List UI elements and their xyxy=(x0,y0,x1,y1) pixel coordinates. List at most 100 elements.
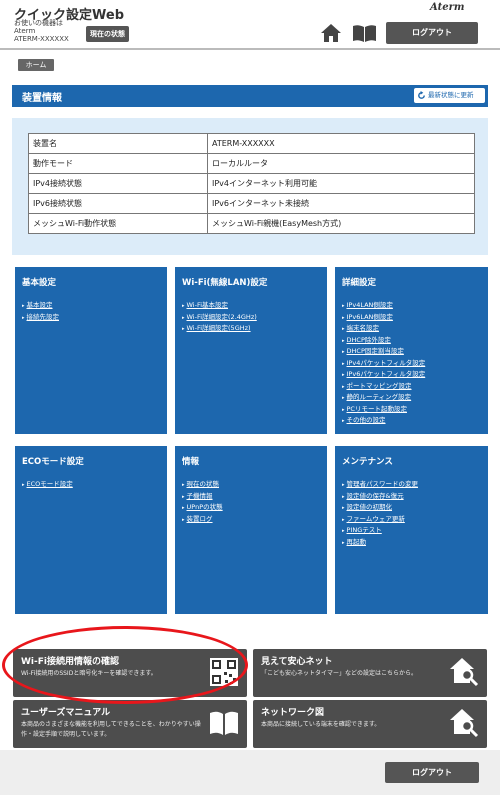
tile-link[interactable]: Wi-Fi基本設定 xyxy=(187,301,229,309)
tile-link[interactable]: ファームウェア更新 xyxy=(347,515,405,523)
home-search-icon xyxy=(448,656,480,688)
tile-link-item[interactable]: IPv4パケットフィルタ設定 xyxy=(342,358,426,370)
tile-link[interactable]: ポートマッピング設定 xyxy=(347,382,412,390)
breadcrumb-home[interactable]: ホーム xyxy=(18,59,54,71)
device-info-box: 装置名 ATERM-XXXXXX 動作モード ローカルルータ IPv4接続状態 IPv4イ… xyxy=(12,118,488,255)
tile-link-item[interactable]: Wi-Fi詳細設定(2.4GHz) xyxy=(182,312,257,324)
tile-link[interactable]: 管理者パスワードの変更 xyxy=(347,480,419,488)
tile-link[interactable]: その他の設定 xyxy=(347,416,386,424)
tile-link[interactable]: IPv6LAN側設定 xyxy=(347,313,393,321)
tile-link-list: 基本設定接続先設定 xyxy=(22,300,60,324)
tile-link[interactable]: 設定値の保存&復元 xyxy=(347,492,404,500)
tile-link-item[interactable]: 設定値の保存&復元 xyxy=(342,491,418,503)
tile-link-item[interactable]: DHCP固定割当設定 xyxy=(342,346,425,358)
tile-link[interactable]: 端末名設定 xyxy=(347,324,380,332)
tile-link-list: ECOモード設定 xyxy=(22,479,73,491)
tile-link[interactable]: DHCP除外設定 xyxy=(347,336,391,344)
info-key: IPv6接続状態 xyxy=(28,193,208,214)
info-key: 装置名 xyxy=(28,133,208,154)
tile-link-item[interactable]: 端末名設定 xyxy=(342,323,425,335)
tile-link[interactable]: PCリモート起動設定 xyxy=(347,405,407,413)
tile-link-item[interactable]: ポートマッピング設定 xyxy=(342,381,425,393)
tile-title: 情報 xyxy=(182,457,200,467)
device-name: Aterm xyxy=(14,27,36,35)
tile-link-item[interactable]: 静的ルーティング設定 xyxy=(342,392,425,404)
tile-link-item[interactable]: 管理者パスワードの変更 xyxy=(342,479,419,491)
tile-title: 詳細設定 xyxy=(342,278,377,288)
tile-link-item[interactable]: ファームウェア更新 xyxy=(342,514,418,526)
tile-link-item[interactable]: 現在の状態 xyxy=(182,479,223,491)
tile-link-list: IPv4LAN側設定 IPv6LAN側設定端末名設定 DHCP除外設定 DHCP固定割… xyxy=(342,300,426,427)
tile-link-item[interactable]: 接続先設定 xyxy=(22,312,60,324)
refresh-button[interactable]: 最新状態に更新 xyxy=(414,88,485,103)
tile-link-item[interactable]: 設定値の初期化 xyxy=(342,502,418,514)
info-row: メッシュWi-Fi動作状態 メッシュWi-Fi親機(EasyMesh方式) xyxy=(28,213,475,234)
tile-link-item[interactable]: ECOモード設定 xyxy=(22,479,73,491)
mieru-anshin-card[interactable]: 見えて安心ネット 「こども安心ネットタイマー」などの設定はこちらから。 xyxy=(253,649,487,697)
tile-link[interactable]: Wi-Fi詳細設定(2.4GHz) xyxy=(187,313,257,321)
user-manual-card[interactable]: ユーザーズマニュアル 本商品のさまざまな機能を利用してできることを、わかりやすい操… xyxy=(13,700,247,748)
device-info-header: 装置情報 最新状態に更新 xyxy=(12,85,488,107)
tile-title: Wi-Fi(無線LAN)設定 xyxy=(182,278,268,288)
info-tile: 情報現在の状態子機情報 UPnPの状態装置ログ xyxy=(175,446,327,614)
tile-link[interactable]: 静的ルーティング設定 xyxy=(347,393,412,401)
tile-link-item[interactable]: Wi-Fi基本設定 xyxy=(182,300,257,312)
tile-link-item[interactable]: 基本設定 xyxy=(22,300,59,312)
tile-link-item[interactable]: その他の設定 xyxy=(342,415,425,427)
info-value: メッシュWi-Fi親機(EasyMesh方式) xyxy=(207,213,475,234)
tile-link[interactable]: 現在の状態 xyxy=(187,480,220,488)
book-icon[interactable] xyxy=(352,24,377,43)
logout-button[interactable]: ログアウト xyxy=(386,22,478,44)
tile-link[interactable]: ECOモード設定 xyxy=(27,480,73,488)
tile-link[interactable]: PINGテスト xyxy=(347,526,382,534)
card-description: 「こども安心ネットタイマー」などの設定はこちらから。 xyxy=(261,670,418,677)
tile-link[interactable]: 接続先設定 xyxy=(27,313,60,321)
highlight-circle xyxy=(2,626,248,704)
tile-link-item[interactable]: IPv4LAN側設定 xyxy=(342,300,425,312)
current-status-button[interactable]: 現在の状態 xyxy=(86,26,129,42)
tile-link-list: 管理者パスワードの変更設定値の保存&復元設定値の初期化ファームウェア更新 PING… xyxy=(342,479,419,549)
info-row: 動作モード ローカルルータ xyxy=(28,153,475,174)
card-description: 本商品に接続している端末を確認できます。 xyxy=(261,721,381,728)
refresh-icon xyxy=(418,91,425,99)
tile-link-item[interactable]: IPv6パケットフィルタ設定 xyxy=(342,369,426,381)
eco-mode-tile: ECOモード設定 ECOモード設定 xyxy=(15,446,167,614)
tile-link[interactable]: UPnPの状態 xyxy=(187,503,223,511)
tile-link-item[interactable]: 装置ログ xyxy=(182,514,223,526)
info-value: ローカルルータ xyxy=(207,153,475,174)
tile-link[interactable]: IPv4パケットフィルタ設定 xyxy=(347,359,426,367)
tile-link-item[interactable]: UPnPの状態 xyxy=(182,502,223,514)
tile-link[interactable]: 装置ログ xyxy=(187,515,213,523)
device-label: お使いの機器は xyxy=(14,19,63,27)
tile-link-item[interactable]: PINGテスト xyxy=(342,525,418,537)
card-title: ネットワーク図 xyxy=(261,708,325,718)
device-id: ATERM-XXXXXX xyxy=(14,35,69,43)
book-icon xyxy=(208,707,240,739)
tile-link-item[interactable]: DHCP除外設定 xyxy=(342,335,425,347)
info-value: ATERM-XXXXXX xyxy=(207,133,475,154)
tile-link[interactable]: DHCP固定割当設定 xyxy=(347,347,404,355)
tile-link-item[interactable]: 再起動 xyxy=(342,537,418,549)
info-value: IPv6インターネット未接続 xyxy=(207,193,475,214)
home-icon[interactable] xyxy=(320,23,342,43)
network-map-card[interactable]: ネットワーク図本商品に接続している端末を確認できます。 xyxy=(253,700,487,748)
tile-link[interactable]: 基本設定 xyxy=(27,301,53,309)
info-row: 装置名 ATERM-XXXXXX xyxy=(28,133,475,154)
tile-link[interactable]: IPv4LAN側設定 xyxy=(347,301,393,309)
tile-link-list: 現在の状態子機情報 UPnPの状態装置ログ xyxy=(182,479,223,525)
tile-link-item[interactable]: 子機情報 xyxy=(182,491,223,503)
tile-title: 基本設定 xyxy=(22,278,57,288)
tile-link[interactable]: 再起動 xyxy=(347,538,367,546)
tile-link[interactable]: 子機情報 xyxy=(187,492,213,500)
info-key: IPv4接続状態 xyxy=(28,173,208,194)
tile-link-item[interactable]: PCリモート起動設定 xyxy=(342,404,425,416)
tile-link-item[interactable]: IPv6LAN側設定 xyxy=(342,312,425,324)
footer: ログアウト xyxy=(0,750,500,795)
logout-button-bottom[interactable]: ログアウト xyxy=(385,762,479,783)
tile-link-item[interactable]: Wi-Fi詳細設定(5GHz) xyxy=(182,323,257,335)
wifi-settings-tile: Wi-Fi(無線LAN)設定 Wi-Fi基本設定 Wi-Fi詳細設定(2.4GHz)… xyxy=(175,267,327,434)
info-value: IPv4インターネット利用可能 xyxy=(207,173,475,194)
tile-link[interactable]: Wi-Fi詳細設定(5GHz) xyxy=(187,324,251,332)
tile-link[interactable]: 設定値の初期化 xyxy=(347,503,393,511)
tile-link[interactable]: IPv6パケットフィルタ設定 xyxy=(347,370,426,378)
